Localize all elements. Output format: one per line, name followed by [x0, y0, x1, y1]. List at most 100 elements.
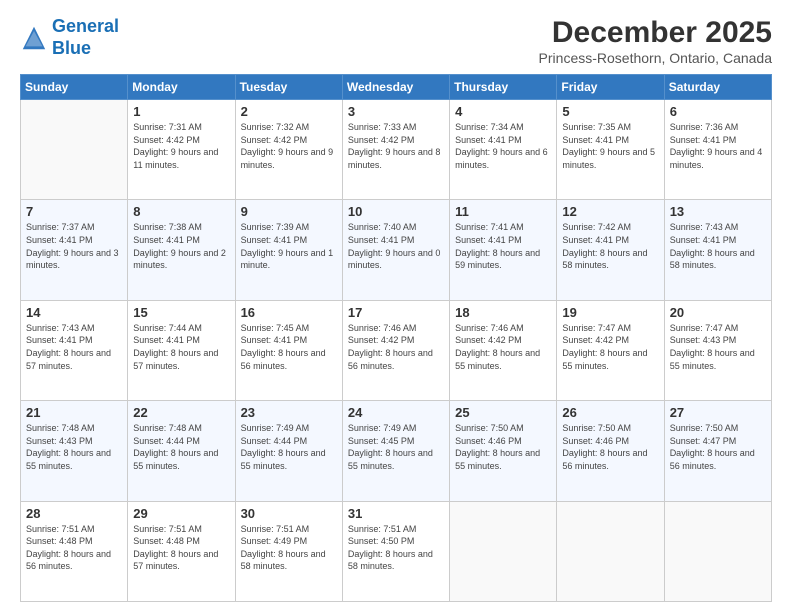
- day-number: 7: [26, 204, 122, 219]
- calendar-table: SundayMondayTuesdayWednesdayThursdayFrid…: [20, 74, 772, 602]
- weekday-header-wednesday: Wednesday: [342, 75, 449, 100]
- day-info: Sunrise: 7:35 AMSunset: 4:41 PMDaylight:…: [562, 121, 658, 171]
- weekday-header-row: SundayMondayTuesdayWednesdayThursdayFrid…: [21, 75, 772, 100]
- day-number: 23: [241, 405, 337, 420]
- calendar-cell: 5 Sunrise: 7:35 AMSunset: 4:41 PMDaylight…: [557, 100, 664, 200]
- calendar-cell: 28 Sunrise: 7:51 AMSunset: 4:48 PMDayligh…: [21, 501, 128, 601]
- day-info: Sunrise: 7:40 AMSunset: 4:41 PMDaylight:…: [348, 221, 444, 271]
- calendar-week-3: 14Sunrise: 7:43 AMSunset: 4:41 PMDayligh…: [21, 300, 772, 400]
- calendar-cell: 3 Sunrise: 7:33 AMSunset: 4:42 PMDaylight…: [342, 100, 449, 200]
- day-number: 27: [670, 405, 766, 420]
- day-info: Sunrise: 7:51 AMSunset: 4:48 PMDaylight:…: [26, 523, 122, 573]
- day-info: Sunrise: 7:33 AMSunset: 4:42 PMDaylight:…: [348, 121, 444, 171]
- calendar-cell: 11 Sunrise: 7:41 AMSunset: 4:41 PMDayligh…: [450, 200, 557, 300]
- day-info: Sunrise: 7:36 AMSunset: 4:41 PMDaylight:…: [670, 121, 766, 171]
- day-number: 4: [455, 104, 551, 119]
- calendar-cell: 1Sunrise: 7:31 AMSunset: 4:42 PMDaylight…: [128, 100, 235, 200]
- day-info: Sunrise: 7:48 AMSunset: 4:44 PMDaylight:…: [133, 422, 229, 472]
- calendar-cell: 18 Sunrise: 7:46 AMSunset: 4:42 PMDayligh…: [450, 300, 557, 400]
- day-info: Sunrise: 7:49 AMSunset: 4:45 PMDaylight:…: [348, 422, 444, 472]
- logo-icon: [20, 24, 48, 52]
- day-info: Sunrise: 7:42 AMSunset: 4:41 PMDaylight:…: [562, 221, 658, 271]
- day-number: 20: [670, 305, 766, 320]
- weekday-header-thursday: Thursday: [450, 75, 557, 100]
- day-info: Sunrise: 7:34 AMSunset: 4:41 PMDaylight:…: [455, 121, 551, 171]
- calendar-cell: 19 Sunrise: 7:47 AMSunset: 4:42 PMDayligh…: [557, 300, 664, 400]
- weekday-header-saturday: Saturday: [664, 75, 771, 100]
- calendar-cell: 13 Sunrise: 7:43 AMSunset: 4:41 PMDayligh…: [664, 200, 771, 300]
- calendar-cell: 25 Sunrise: 7:50 AMSunset: 4:46 PMDayligh…: [450, 401, 557, 501]
- day-info: Sunrise: 7:39 AMSunset: 4:41 PMDaylight:…: [241, 221, 337, 271]
- day-info: Sunrise: 7:50 AMSunset: 4:46 PMDaylight:…: [455, 422, 551, 472]
- day-number: 11: [455, 204, 551, 219]
- weekday-header-monday: Monday: [128, 75, 235, 100]
- logo-line2: Blue: [52, 38, 91, 58]
- day-info: Sunrise: 7:48 AMSunset: 4:43 PMDaylight:…: [26, 422, 122, 472]
- day-info: Sunrise: 7:49 AMSunset: 4:44 PMDaylight:…: [241, 422, 337, 472]
- location-subtitle: Princess-Rosethorn, Ontario, Canada: [539, 50, 772, 66]
- month-title: December 2025: [539, 16, 772, 50]
- calendar-cell: 14Sunrise: 7:43 AMSunset: 4:41 PMDayligh…: [21, 300, 128, 400]
- day-number: 3: [348, 104, 444, 119]
- day-number: 13: [670, 204, 766, 219]
- day-info: Sunrise: 7:47 AMSunset: 4:43 PMDaylight:…: [670, 322, 766, 372]
- day-number: 12: [562, 204, 658, 219]
- calendar-cell: 24 Sunrise: 7:49 AMSunset: 4:45 PMDayligh…: [342, 401, 449, 501]
- calendar-cell: 12 Sunrise: 7:42 AMSunset: 4:41 PMDayligh…: [557, 200, 664, 300]
- day-number: 18: [455, 305, 551, 320]
- logo-text: General Blue: [52, 16, 119, 59]
- calendar-week-2: 7Sunrise: 7:37 AMSunset: 4:41 PMDaylight…: [21, 200, 772, 300]
- logo: General Blue: [20, 16, 119, 59]
- page: General Blue December 2025 Princess-Rose…: [0, 0, 792, 612]
- day-info: Sunrise: 7:44 AMSunset: 4:41 PMDaylight:…: [133, 322, 229, 372]
- day-number: 22: [133, 405, 229, 420]
- calendar-cell: 31Sunrise: 7:51 AMSunset: 4:50 PMDayligh…: [342, 501, 449, 601]
- calendar-cell: 26 Sunrise: 7:50 AMSunset: 4:46 PMDayligh…: [557, 401, 664, 501]
- day-number: 25: [455, 405, 551, 420]
- day-number: 24: [348, 405, 444, 420]
- day-info: Sunrise: 7:51 AMSunset: 4:48 PMDaylight:…: [133, 523, 229, 573]
- day-number: 9: [241, 204, 337, 219]
- calendar-cell: 10 Sunrise: 7:40 AMSunset: 4:41 PMDayligh…: [342, 200, 449, 300]
- day-number: 17: [348, 305, 444, 320]
- day-info: Sunrise: 7:46 AMSunset: 4:42 PMDaylight:…: [348, 322, 444, 372]
- day-number: 16: [241, 305, 337, 320]
- calendar-cell: 9 Sunrise: 7:39 AMSunset: 4:41 PMDaylight…: [235, 200, 342, 300]
- day-number: 21: [26, 405, 122, 420]
- day-info: Sunrise: 7:41 AMSunset: 4:41 PMDaylight:…: [455, 221, 551, 271]
- calendar-cell: 22 Sunrise: 7:48 AMSunset: 4:44 PMDayligh…: [128, 401, 235, 501]
- calendar-cell: [21, 100, 128, 200]
- weekday-header-friday: Friday: [557, 75, 664, 100]
- calendar-cell: 2 Sunrise: 7:32 AMSunset: 4:42 PMDaylight…: [235, 100, 342, 200]
- day-info: Sunrise: 7:32 AMSunset: 4:42 PMDaylight:…: [241, 121, 337, 171]
- calendar-cell: 27Sunrise: 7:50 AMSunset: 4:47 PMDayligh…: [664, 401, 771, 501]
- day-number: 10: [348, 204, 444, 219]
- calendar-cell: 7Sunrise: 7:37 AMSunset: 4:41 PMDaylight…: [21, 200, 128, 300]
- day-info: Sunrise: 7:46 AMSunset: 4:42 PMDaylight:…: [455, 322, 551, 372]
- calendar-week-4: 21 Sunrise: 7:48 AMSunset: 4:43 PMDayligh…: [21, 401, 772, 501]
- day-number: 28: [26, 506, 122, 521]
- day-number: 8: [133, 204, 229, 219]
- calendar-cell: 4 Sunrise: 7:34 AMSunset: 4:41 PMDaylight…: [450, 100, 557, 200]
- day-number: 19: [562, 305, 658, 320]
- calendar-cell: [450, 501, 557, 601]
- day-info: Sunrise: 7:47 AMSunset: 4:42 PMDaylight:…: [562, 322, 658, 372]
- day-info: Sunrise: 7:45 AMSunset: 4:41 PMDaylight:…: [241, 322, 337, 372]
- day-number: 30: [241, 506, 337, 521]
- day-number: 2: [241, 104, 337, 119]
- weekday-header-tuesday: Tuesday: [235, 75, 342, 100]
- day-number: 26: [562, 405, 658, 420]
- day-number: 1: [133, 104, 229, 119]
- day-number: 15: [133, 305, 229, 320]
- calendar-week-1: 1Sunrise: 7:31 AMSunset: 4:42 PMDaylight…: [21, 100, 772, 200]
- calendar-cell: 23 Sunrise: 7:49 AMSunset: 4:44 PMDayligh…: [235, 401, 342, 501]
- day-info: Sunrise: 7:43 AMSunset: 4:41 PMDaylight:…: [670, 221, 766, 271]
- day-info: Sunrise: 7:38 AMSunset: 4:41 PMDaylight:…: [133, 221, 229, 271]
- title-block: December 2025 Princess-Rosethorn, Ontari…: [539, 16, 772, 66]
- calendar-week-5: 28 Sunrise: 7:51 AMSunset: 4:48 PMDayligh…: [21, 501, 772, 601]
- calendar-cell: [557, 501, 664, 601]
- day-info: Sunrise: 7:50 AMSunset: 4:46 PMDaylight:…: [562, 422, 658, 472]
- day-number: 5: [562, 104, 658, 119]
- calendar-cell: 30Sunrise: 7:51 AMSunset: 4:49 PMDayligh…: [235, 501, 342, 601]
- calendar-cell: 17 Sunrise: 7:46 AMSunset: 4:42 PMDayligh…: [342, 300, 449, 400]
